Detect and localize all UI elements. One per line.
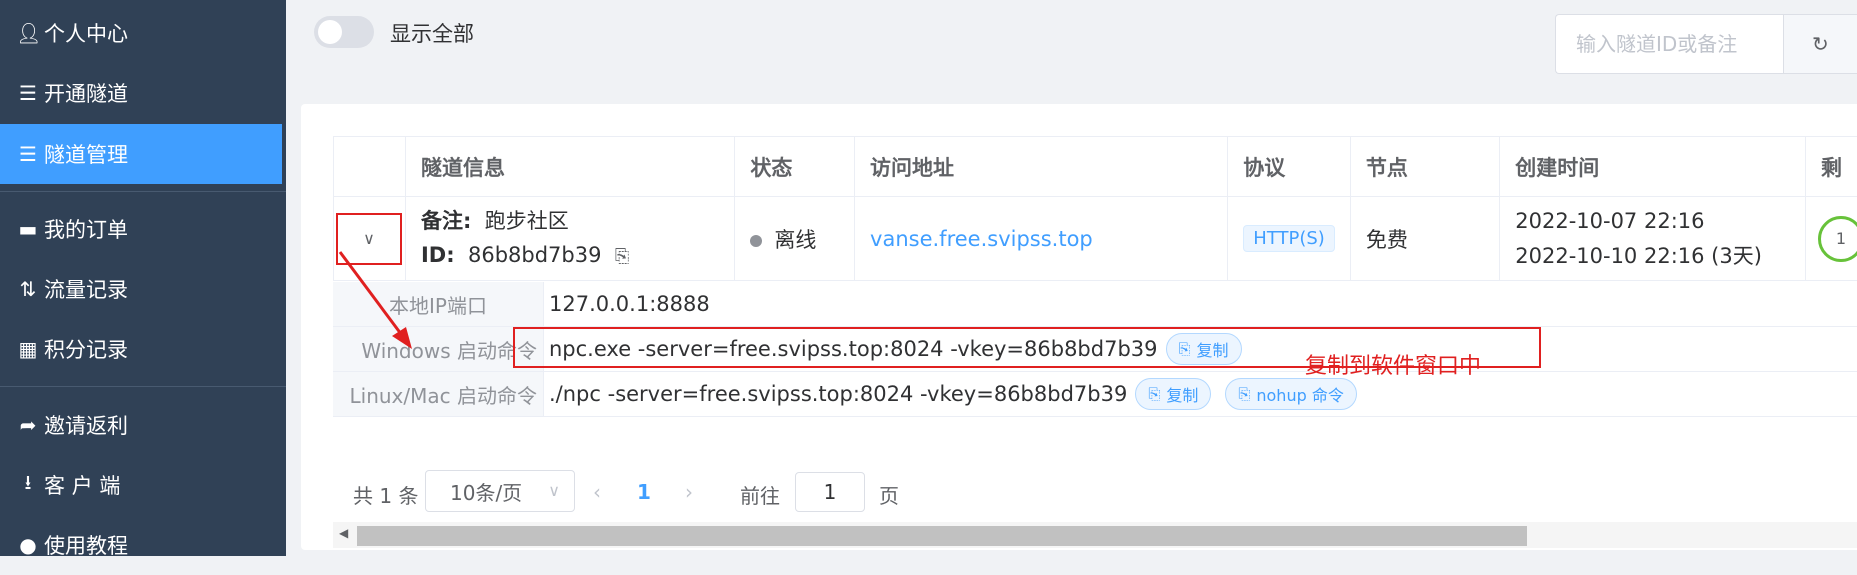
annotation-arrow (340, 252, 407, 342)
annotation-arrow-head (392, 327, 412, 349)
annotation-arrow-layer (0, 0, 1857, 556)
